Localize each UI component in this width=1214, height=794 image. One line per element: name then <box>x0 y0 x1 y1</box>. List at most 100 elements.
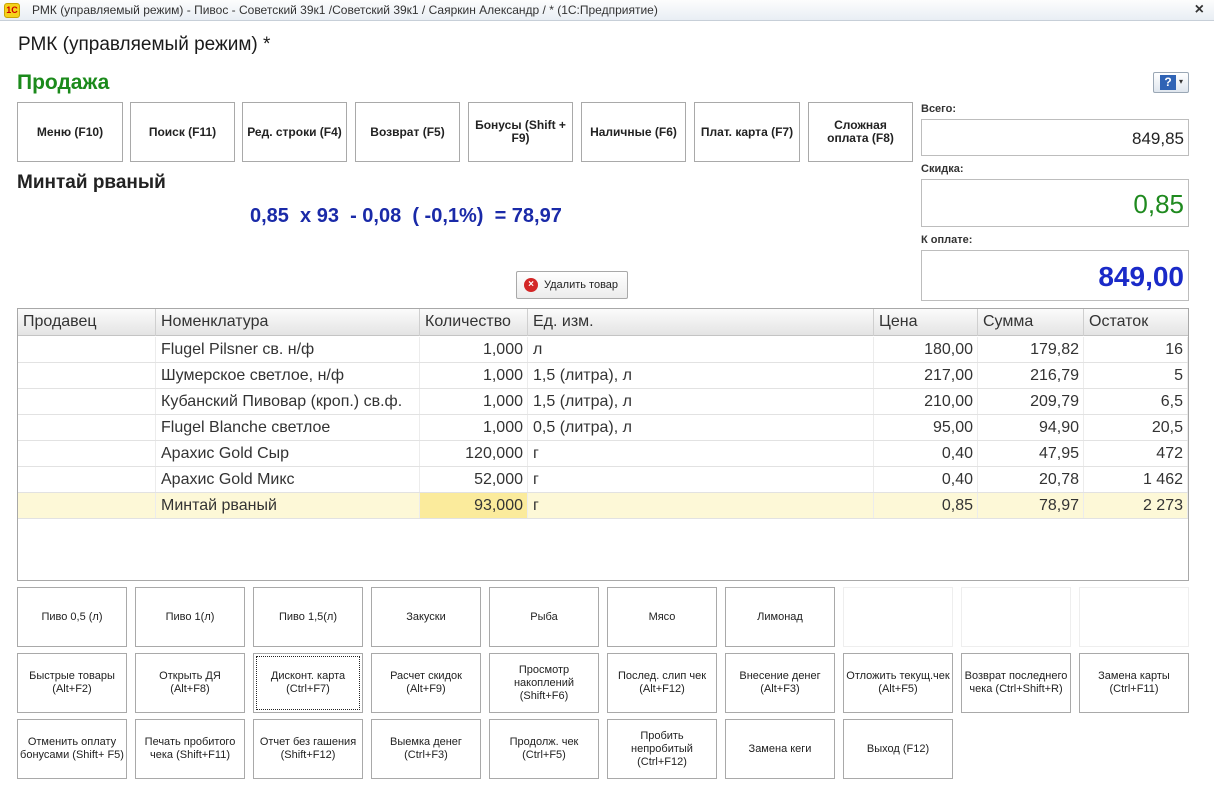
delete-item-button[interactable]: × Удалить товар <box>516 271 628 299</box>
quick-button[interactable]: Внесение денег (Alt+F3) <box>725 653 835 713</box>
cell-item: Flugel Blanche светлое <box>156 415 420 440</box>
section-title: Продажа <box>17 71 110 94</box>
cell-item: Кубанский Пивовар (кроп.) св.ф. <box>156 389 420 414</box>
cell-stock: 472 <box>1084 441 1188 466</box>
table-row[interactable]: Кубанский Пивовар (кроп.) св.ф. 1,000 1,5 … <box>18 389 1188 415</box>
quick-button[interactable]: Дисконт. карта (Ctrl+F7) <box>253 653 363 713</box>
cell-price: 0,40 <box>874 467 978 492</box>
cell-quantity: 52,000 <box>420 467 528 492</box>
pay-value: 849,00 <box>921 250 1189 301</box>
cell-seller <box>18 389 156 414</box>
quick-button[interactable]: Продолж. чек (Ctrl+F5) <box>489 719 599 779</box>
column-header-quantity[interactable]: Количество <box>420 309 528 336</box>
total-value: 849,85 <box>921 119 1189 156</box>
quick-button[interactable]: Печать пробитого чека (Shift+F11) <box>135 719 245 779</box>
quick-button[interactable]: Выход (F12) <box>843 719 953 779</box>
window-title-bar: 1С РМК (управляемый режим) - Пивос - Сов… <box>0 0 1214 21</box>
cell-price: 217,00 <box>874 363 978 388</box>
quick-button[interactable]: Выемка денег (Ctrl+F3) <box>371 719 481 779</box>
cell-quantity: 1,000 <box>420 415 528 440</box>
quick-button[interactable]: Замена кеги <box>725 719 835 779</box>
cell-seller <box>18 467 156 492</box>
quick-button[interactable]: Быстрые товары (Alt+F2) <box>17 653 127 713</box>
cell-stock: 6,5 <box>1084 389 1188 414</box>
cell-sum: 216,79 <box>978 363 1084 388</box>
cell-price: 0,40 <box>874 441 978 466</box>
column-header-seller[interactable]: Продавец <box>18 309 156 336</box>
table-row[interactable]: Flugel Blanche светлое 1,000 0,5 (литра), … <box>18 415 1188 441</box>
quick-button[interactable]: Просмотр накоплений (Shift+F6) <box>489 653 599 713</box>
empty-quick-button <box>1079 587 1189 647</box>
quick-button[interactable]: Отменить оплату бонусами (Shift+ F5) <box>17 719 127 779</box>
column-header-sum[interactable]: Сумма <box>978 309 1084 336</box>
quick-button[interactable]: Замена карты (Ctrl+F11) <box>1079 653 1189 713</box>
cell-sum: 179,82 <box>978 337 1084 362</box>
delete-icon: × <box>524 278 538 292</box>
quick-button[interactable]: Открыть ДЯ (Alt+F8) <box>135 653 245 713</box>
quick-button[interactable]: Отчет без гашения (Shift+F12) <box>253 719 363 779</box>
column-header-unit[interactable]: Ед. изм. <box>528 309 874 336</box>
quick-button[interactable]: Пиво 0,5 (л) <box>17 587 127 647</box>
quick-button[interactable]: Отложить текущ.чек (Alt+F5) <box>843 653 953 713</box>
cell-stock: 16 <box>1084 337 1188 362</box>
help-button[interactable]: ? ▾ <box>1153 72 1189 93</box>
quick-button[interactable]: Пробить непробитый (Ctrl+F12) <box>607 719 717 779</box>
cell-quantity: 1,000 <box>420 363 528 388</box>
quick-button[interactable]: Возврат последнего чека (Ctrl+Shift+R) <box>961 653 1071 713</box>
cell-seller <box>18 415 156 440</box>
delete-item-label: Удалить товар <box>544 279 619 291</box>
cell-stock: 1 462 <box>1084 467 1188 492</box>
table-row[interactable]: Минтай рваный 93,000 г 0,85 78,97 2 273 <box>18 493 1188 519</box>
search-button[interactable]: Поиск (F11) <box>130 102 235 162</box>
column-header-price[interactable]: Цена <box>874 309 978 336</box>
table-row[interactable]: Арахис Gold Микс 52,000 г 0,40 20,78 1 462 <box>18 467 1188 493</box>
discount-value: 0,85 <box>921 179 1189 227</box>
cell-price: 0,85 <box>874 493 978 518</box>
table-row[interactable]: Арахис Gold Сыр 120,000 г 0,40 47,95 472 <box>18 441 1188 467</box>
cell-item: Flugel Pilsner св. н/ф <box>156 337 420 362</box>
cell-sum: 20,78 <box>978 467 1084 492</box>
return-button[interactable]: Возврат (F5) <box>355 102 460 162</box>
current-item-name: Минтай рваный <box>17 172 166 193</box>
table-header: Продавец Номенклатура Количество Ед. изм… <box>18 309 1188 336</box>
table-row[interactable]: Шумерское светлое, н/ф 1,000 1,5 (литра), … <box>18 363 1188 389</box>
complex-payment-button[interactable]: Сложная оплата (F8) <box>808 102 913 162</box>
window-title: РМК (управляемый режим) - Пивос - Советс… <box>32 3 658 17</box>
cash-button[interactable]: Наличные (F6) <box>581 102 686 162</box>
pay-label: К оплате: <box>921 234 973 246</box>
quick-button[interactable]: Рыба <box>489 587 599 647</box>
form-header: РМК (управляемый режим) * <box>18 34 271 55</box>
cell-stock: 2 273 <box>1084 493 1188 518</box>
quick-button[interactable]: Пиво 1(л) <box>135 587 245 647</box>
bonus-button[interactable]: Бонусы (Shift + F9) <box>468 102 573 162</box>
edit-row-button[interactable]: Ред. строки (F4) <box>242 102 347 162</box>
cell-unit: г <box>528 467 874 492</box>
cell-sum: 209,79 <box>978 389 1084 414</box>
cell-unit: л <box>528 337 874 362</box>
total-label: Всего: <box>921 103 956 115</box>
cell-seller <box>18 493 156 518</box>
cell-item: Арахис Gold Сыр <box>156 441 420 466</box>
table-row[interactable]: Flugel Pilsner св. н/ф 1,000 л 180,00 179,82… <box>18 337 1188 363</box>
quick-button[interactable]: Мясо <box>607 587 717 647</box>
cell-price: 210,00 <box>874 389 978 414</box>
card-payment-button[interactable]: Плат. карта (F7) <box>694 102 800 162</box>
menu-button[interactable]: Меню (F10) <box>17 102 123 162</box>
app-logo-icon: 1С <box>4 3 20 18</box>
discount-label: Скидка: <box>921 163 964 175</box>
cell-quantity: 1,000 <box>420 337 528 362</box>
cell-sum: 47,95 <box>978 441 1084 466</box>
empty-quick-button <box>961 587 1071 647</box>
column-header-item[interactable]: Номенклатура <box>156 309 420 336</box>
quick-button[interactable]: Послед. слип чек (Alt+F12) <box>607 653 717 713</box>
quick-button[interactable]: Расчет скидок (Alt+F9) <box>371 653 481 713</box>
quick-button[interactable]: Пиво 1,5(л) <box>253 587 363 647</box>
cell-price: 180,00 <box>874 337 978 362</box>
cell-unit: 0,5 (литра), л <box>528 415 874 440</box>
column-header-stock[interactable]: Остаток <box>1084 309 1188 336</box>
quick-button[interactable]: Лимонад <box>725 587 835 647</box>
sale-items-table[interactable]: Продавец Номенклатура Количество Ед. изм… <box>17 308 1189 581</box>
close-icon[interactable]: × <box>1195 1 1204 19</box>
quick-button[interactable]: Закуски <box>371 587 481 647</box>
chevron-down-icon: ▾ <box>1179 77 1184 86</box>
